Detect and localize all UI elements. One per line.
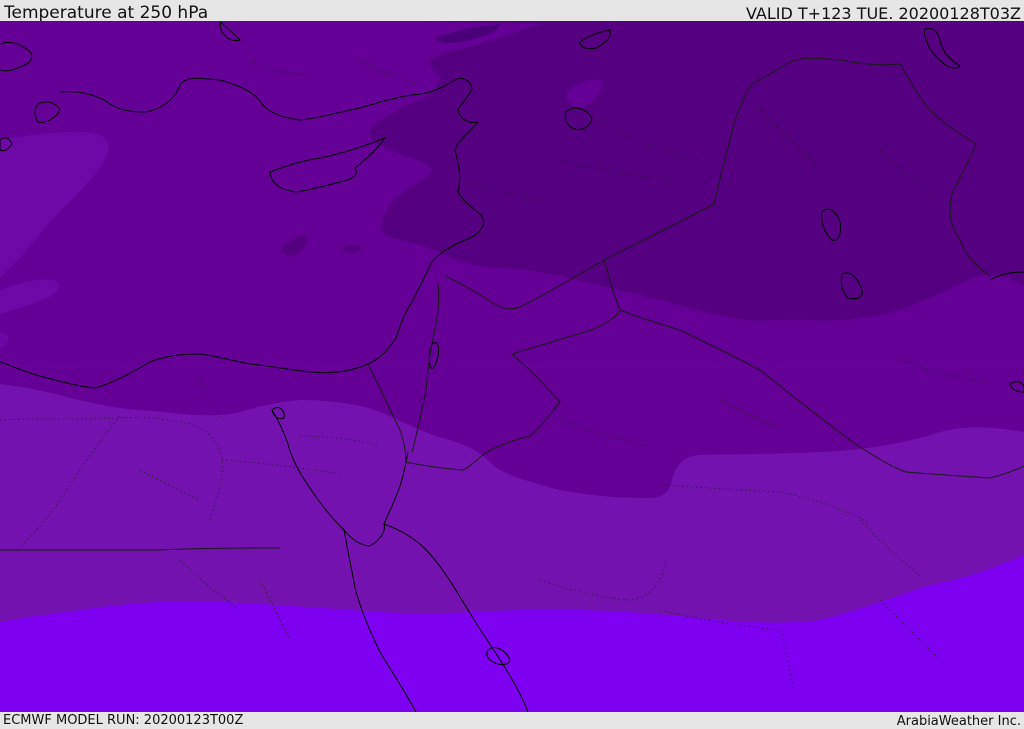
- header-bar: Temperature at 250 hPa VALID T+123 TUE. …: [0, 0, 1024, 23]
- credit-label: ArabiaWeather Inc.: [896, 714, 1021, 729]
- footer-bar: ECMWF MODEL RUN: 20200123T00Z ArabiaWeat…: [0, 712, 1024, 729]
- temperature-map: [0, 21, 1024, 712]
- map-frame: Temperature at 250 hPa VALID T+123 TUE. …: [0, 0, 1024, 729]
- map-title: Temperature at 250 hPa: [4, 3, 209, 23]
- model-run-label: ECMWF MODEL RUN: 20200123T00Z: [3, 713, 244, 728]
